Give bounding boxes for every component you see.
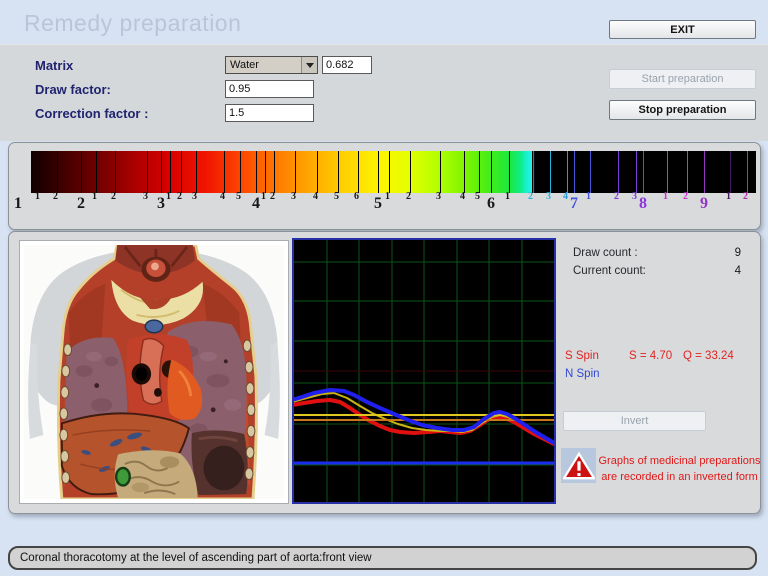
spectrum-minor-label: 1: [261, 191, 266, 202]
remedy-preparation-window: Remedy preparation EXIT Matrix Draw fact…: [0, 0, 768, 576]
warning-text-line1: Graphs of medicinal preparations: [597, 454, 762, 469]
spectrum-major-label: 3: [157, 195, 165, 213]
spectrum-minor-label: 3: [632, 191, 637, 202]
spectrum-scale: 1122123312345412345651234561234712381291…: [9, 143, 760, 229]
spectrum-minor-label: 3: [192, 191, 197, 202]
spectrum-minor-label: 4: [563, 191, 568, 202]
spectrum-minor-label: 4: [313, 191, 318, 202]
spectrum-minor-label: 1: [726, 191, 731, 202]
stop-preparation-button[interactable]: Stop preparation: [609, 100, 756, 120]
anatomy-frame: [19, 240, 289, 504]
spectrum-minor-label: 2: [683, 191, 688, 202]
s-spin-s-value: S = 4.70: [629, 350, 672, 362]
spectrum-minor-label: 1: [505, 191, 510, 202]
s-spin-label: S Spin: [565, 350, 599, 362]
warning-text-line2: are recorded in an inverted form: [597, 470, 762, 485]
spectrum-minor-label: 5: [236, 191, 241, 202]
spectrum-major-label: 2: [77, 195, 85, 213]
spectrum-minor-label: 4: [460, 191, 465, 202]
spectrum-panel: 1122123312345412345651234561234712381291…: [8, 142, 761, 230]
spectrum-major-label: 8: [639, 195, 647, 213]
status-text: Coronal thoracotomy at the level of asce…: [10, 552, 372, 564]
spectrum-major-label: 5: [374, 195, 382, 213]
exit-button[interactable]: EXIT: [609, 20, 756, 39]
spectrum-minor-label: 2: [406, 191, 411, 202]
spectrum-minor-label: 1: [92, 191, 97, 202]
anatomy-image: [24, 245, 284, 499]
spectrum-minor-label: 3: [436, 191, 441, 202]
n-spin-label: N Spin: [565, 368, 600, 380]
start-preparation-button[interactable]: Start preparation: [609, 69, 756, 89]
status-bar: Coronal thoracotomy at the level of asce…: [8, 546, 757, 570]
spectrum-minor-label: 1: [586, 191, 591, 202]
spectrum-major-label: 7: [570, 195, 578, 213]
spectrum-minor-label: 1: [663, 191, 668, 202]
graph-canvas: [292, 238, 556, 504]
correction-factor-label: Correction factor :: [35, 106, 148, 121]
draw-factor-label: Draw factor:: [35, 82, 111, 97]
spectrum-minor-label: 2: [614, 191, 619, 202]
form-band: [0, 44, 768, 141]
current-count-label: Current count:: [573, 265, 646, 277]
draw-count-value: 9: [691, 247, 741, 259]
matrix-select-value: Water: [226, 59, 301, 71]
spectrum-minor-label: 2: [743, 191, 748, 202]
draw-count-label: Draw count :: [573, 247, 638, 259]
graph-panel: [292, 238, 556, 504]
spectrum-minor-label: 2: [177, 191, 182, 202]
spectrum-minor-label: 5: [475, 191, 480, 202]
spectrum-minor-label: 2: [111, 191, 116, 202]
dropdown-arrow-icon[interactable]: [301, 57, 317, 73]
spectrum-minor-label: 3: [143, 191, 148, 202]
spectrum-minor-label: 6: [354, 191, 359, 202]
spectrum-major-label: 6: [487, 195, 495, 213]
spectrum-major-label: 1: [14, 195, 22, 213]
warning-icon: [561, 448, 596, 483]
spectrum-minor-label: 4: [220, 191, 225, 202]
correction-factor-input[interactable]: [225, 104, 314, 122]
spectrum-minor-label: 1: [166, 191, 171, 202]
matrix-label: Matrix: [35, 58, 73, 73]
spectrum-minor-label: 3: [546, 191, 551, 202]
spectrum-major-label: 9: [700, 195, 708, 213]
spectrum-major-label: 4: [252, 195, 260, 213]
matrix-select[interactable]: Water: [225, 56, 318, 74]
invert-button[interactable]: Invert: [563, 411, 706, 431]
spectrum-minor-label: 2: [528, 191, 533, 202]
spectrum-minor-label: 1: [385, 191, 390, 202]
current-count-value: 4: [691, 265, 741, 277]
spectrum-minor-label: 5: [334, 191, 339, 202]
spectrum-minor-label: 3: [291, 191, 296, 202]
main-panel: Draw count : 9 Current count: 4 S Spin S…: [8, 231, 761, 514]
matrix-factor-input[interactable]: [322, 56, 372, 74]
page-title: Remedy preparation: [24, 10, 241, 37]
draw-factor-input[interactable]: [225, 80, 314, 98]
spectrum-minor-label: 2: [270, 191, 275, 202]
s-spin-q-value: Q = 33.24: [683, 350, 734, 362]
spectrum-minor-label: 1: [35, 191, 40, 202]
spectrum-minor-label: 2: [53, 191, 58, 202]
